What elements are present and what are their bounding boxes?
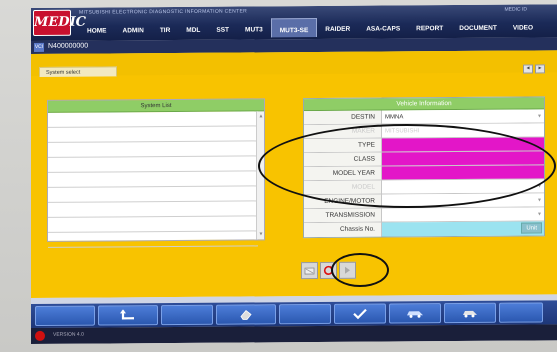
system-list-row[interactable] [48,231,258,248]
transmission-label: TRANSMISSION [304,208,382,223]
top-navigation: MEDIC MITSUBISHI ELECTRONIC DIAGNOSTIC I… [31,4,557,42]
system-list-body [48,111,258,248]
blank-toolbar-button[interactable] [161,304,213,326]
car-button[interactable] [389,303,441,324]
scroll-down-icon[interactable]: ▼ [258,231,264,237]
system-list-row[interactable] [48,126,258,143]
transmission-select[interactable]: ▼ [382,207,544,222]
panel-controls: ◂ ▸ [523,64,545,74]
nav-tab-mut3[interactable]: MUT3 [237,18,271,37]
nav-tab-raider[interactable]: RAIDER [317,18,358,37]
system-list-row[interactable] [48,111,258,128]
nav-tab-home[interactable]: HOME [79,19,115,38]
system-info: MEDIC ID [504,6,528,13]
annotation-circle [258,124,556,208]
nav-tab-report[interactable]: REPORT [408,17,451,36]
back-button[interactable] [98,305,158,326]
destin-label: DESTIN [304,110,382,125]
blank-toolbar-button[interactable] [499,302,543,323]
destin-value: MMNA [385,114,404,121]
medic-logo: MEDIC [33,9,86,36]
system-list-row[interactable] [48,186,258,203]
nav-tab-asa-caps[interactable]: ASA-CAPS [358,17,408,36]
brand-text: MITSUBISHI ELECTRONIC DIAGNOSTIC INFORMA… [79,8,247,16]
system-list-row[interactable] [48,171,258,188]
nav-tabs: HOME ADMIN TIR MDL SST MUT3 MUT3-SE RAID… [79,16,541,38]
system-list-row[interactable] [48,141,258,158]
status-bar: VERSION 4.0 [31,324,557,344]
vehicle-id-icon: VCI [34,42,44,52]
nav-tab-mdl[interactable]: MDL [178,19,208,38]
scroll-right-icon[interactable]: ▸ [535,64,545,74]
eraser-icon [240,309,252,320]
bottom-toolbar [31,300,557,328]
car-tools-icon [463,310,477,318]
blank-toolbar-button[interactable] [35,305,95,326]
system-list-row[interactable] [48,156,258,173]
vehicle-id: N400000000 [48,42,89,50]
clear-button[interactable] [301,261,318,280]
workspace-tab-strip: System select ◂ ▸ [31,50,557,77]
car-tools-button[interactable] [444,302,496,324]
destin-select[interactable]: MMNA ▼ [382,109,544,124]
nav-tab-tir[interactable]: TIR [152,19,178,38]
scroll-left-icon[interactable]: ◂ [523,64,533,74]
clear-icon [304,267,315,275]
system-list-row[interactable] [48,201,258,218]
annotation-circle [331,253,389,287]
ok-button[interactable] [334,303,386,324]
system-list-row[interactable] [48,216,258,233]
chevron-down-icon[interactable]: ▼ [537,109,542,123]
status-text: VERSION 4.0 [53,331,84,338]
nav-tab-video[interactable]: VIDEO [505,16,541,35]
system-list-panel: System List ▲ ▼ [47,98,265,248]
unit-button[interactable]: Unit [521,222,542,234]
chassis-no-field[interactable]: Unit [382,221,544,237]
chevron-down-icon[interactable]: ▼ [537,193,542,207]
chevron-down-icon[interactable]: ▼ [537,207,542,221]
eraser-button[interactable] [216,304,276,325]
return-arrow-icon [120,309,134,320]
stop-icon[interactable] [35,330,45,341]
checkmark-icon [353,308,367,320]
nav-tab-sst[interactable]: SST [208,19,237,38]
chassis-no-label: Chassis No. [304,222,382,238]
photo-frame: MEDIC MITSUBISHI ELECTRONIC DIAGNOSTIC I… [0,0,557,352]
blank-toolbar-button[interactable] [279,303,331,325]
nav-tab-document[interactable]: DOCUMENT [451,17,505,36]
tab-system-select[interactable]: System select [39,66,117,77]
nav-tab-admin[interactable]: ADMIN [115,19,152,38]
vehicle-info-row-chassis: Chassis No. Unit [304,221,544,238]
car-icon [407,311,423,318]
scroll-up-icon[interactable]: ▲ [258,113,264,119]
nav-tab-mut3-se[interactable]: MUT3-SE [270,18,318,38]
